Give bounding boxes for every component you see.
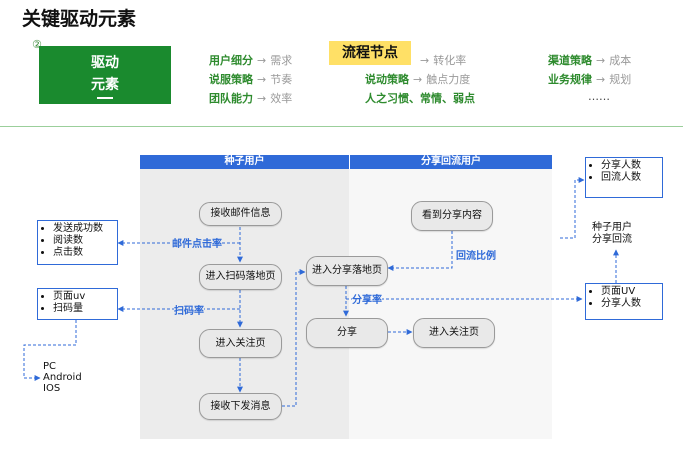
metric-item: 点击数 (53, 247, 117, 259)
metrics-box-email: 发送成功数 阅读数 点击数 (37, 220, 118, 265)
label-return-ratio: 回流比例 (456, 247, 496, 262)
metric-item: 分享人数 (601, 298, 662, 310)
node-receive-message: 接收下发消息 (199, 393, 282, 420)
label-scan-rate: 扫码率 (174, 302, 204, 317)
edge-to-share-top (560, 177, 585, 239)
metric-item: 分享人数 (601, 160, 662, 172)
metric-item: 阅读数 (53, 235, 117, 247)
seed-return-label: 种子用户 分享回流 (592, 222, 632, 245)
metric-item: 发送成功数 (53, 223, 117, 235)
node-receive-email: 接收邮件信息 (199, 202, 282, 226)
label-share-rate: 分享率 (352, 291, 382, 306)
node-share: 分享 (306, 318, 388, 348)
metrics-box-share-bottom: 页面UV 分享人数 (585, 283, 663, 320)
metrics-box-share-top: 分享人数 回流人数 (585, 157, 663, 198)
platform-list: PC Android IOS (43, 361, 82, 394)
metrics-box-scan: 页面uv 扫码量 (37, 288, 118, 320)
node-share-landing: 进入分享落地页 (306, 256, 388, 286)
edge-msg-to-share-landing (282, 269, 306, 407)
edge-see-share-to-landing (387, 231, 453, 271)
node-scan-landing: 进入扫码落地页 (199, 264, 282, 290)
platform-item: PC (43, 361, 57, 372)
node-follow-page-2: 进入关注页 (413, 318, 495, 348)
platform-item: IOS (43, 383, 61, 394)
metric-item: 页面UV (601, 286, 662, 298)
metric-item: 扫码量 (53, 303, 117, 315)
metric-item: 回流人数 (601, 172, 662, 184)
label-email-ctr: 邮件点击率 (172, 235, 222, 250)
platform-item: Android (43, 372, 82, 383)
node-see-share: 看到分享内容 (411, 201, 493, 231)
node-follow-page: 进入关注页 (199, 329, 282, 358)
metric-item: 页面uv (53, 291, 117, 303)
